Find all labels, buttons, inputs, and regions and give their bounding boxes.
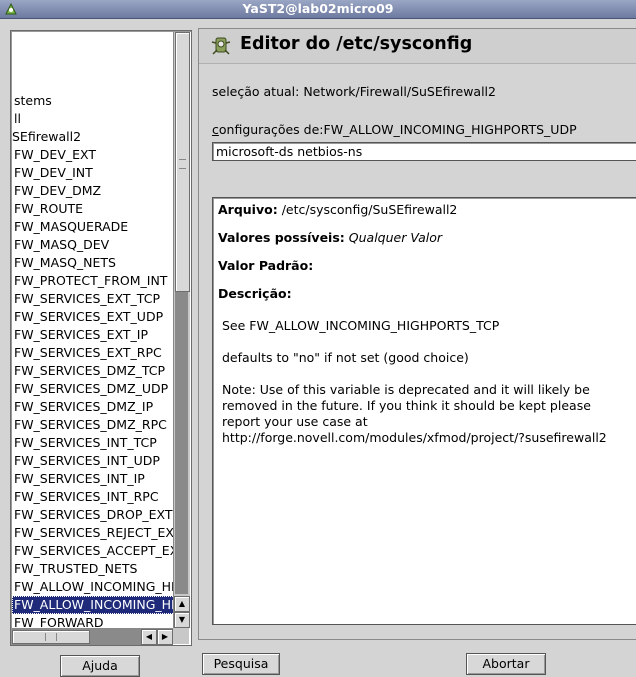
tree-item[interactable]: FW_DEV_DMZ (12, 182, 101, 200)
tree-item[interactable]: FW_SERVICES_INT_UDP (12, 452, 160, 470)
tree-item[interactable]: stems (12, 92, 52, 110)
tree-item[interactable]: FW_SERVICES_DMZ_TCP (12, 362, 165, 380)
tree-item[interactable]: FW_MASQ_DEV (12, 236, 109, 254)
tree-item[interactable]: FW_SERVICES_INT_RPC (12, 488, 159, 506)
config-label: configurações de:FW_ALLOW_INCOMING_HIGHP… (212, 122, 577, 137)
config-label-mnemonic: c (212, 122, 219, 137)
scroll-right-arrow-icon[interactable]: ▶ (157, 629, 173, 645)
scrollbar-corner (173, 628, 189, 644)
tree-item[interactable]: SEfirewall2 (12, 128, 81, 146)
possible-values-row: Valores possíveis: Qualquer Valor (218, 230, 442, 245)
tree-item[interactable]: FW_SERVICES_DMZ_RPC (12, 416, 167, 434)
abort-button[interactable]: Abortar (466, 653, 546, 675)
file-row: Arquivo: /etc/sysconfig/SuSEfirewall2 (218, 202, 457, 217)
tree-item[interactable]: ll (12, 110, 21, 128)
description-line: removed in the future. If you think it s… (222, 398, 591, 413)
possible-values-value: Qualquer Valor (348, 230, 443, 245)
editor-panel: Editor do /etc/sysconfig seleção atual: … (198, 28, 636, 640)
description-line: defaults to "no" if not set (good choice… (222, 350, 469, 365)
tree-item[interactable]: FW_SERVICES_DROP_EXT (12, 506, 173, 524)
editor-header: Editor do /etc/sysconfig (199, 29, 636, 64)
tree-item[interactable]: FW_SERVICES_DMZ_IP (12, 398, 153, 416)
variable-info-box: Arquivo: /etc/sysconfig/SuSEfirewall2 Va… (212, 197, 636, 625)
tree-item[interactable]: FW_FORWARD (12, 614, 104, 628)
possible-values-label: Valores possíveis: (218, 230, 345, 245)
tree-vertical-scrollbar[interactable]: ▲ ▼ (173, 32, 190, 628)
config-value-input[interactable] (212, 142, 636, 161)
tree-item[interactable]: FW_SERVICES_INT_IP (12, 470, 145, 488)
tree-item[interactable]: FW_SERVICES_EXT_RPC (12, 344, 162, 362)
tree-horizontal-scrollbar[interactable]: ◀ ▶ (12, 628, 173, 645)
tree-item[interactable]: FW_SERVICES_ACCEPT_EXT (12, 542, 173, 560)
tree-item[interactable]: FW_MASQUERADE (12, 218, 128, 236)
tree-item[interactable]: FW_ALLOW_INCOMING_HIGHPORTS_UDP (12, 596, 173, 614)
description-line: http://forge.novell.com/modules/xfmod/pr… (222, 430, 607, 445)
hscroll-thumb[interactable] (12, 630, 90, 644)
tree-item[interactable]: FW_PROTECT_FROM_INT (12, 272, 167, 290)
search-button[interactable]: Pesquisa (202, 653, 280, 675)
tree-item[interactable]: FW_SERVICES_EXT_TCP (12, 290, 160, 308)
tree-list[interactable]: stems ll SEfirewall2 FW_DEV_EXT FW_DEV_INT FW… (12, 32, 173, 628)
config-tree[interactable]: stems ll SEfirewall2 FW_DEV_EXT FW_DEV_INT FW… (10, 30, 192, 646)
scroll-down-arrow-icon[interactable]: ▼ (174, 612, 190, 628)
title-bar: YaST2@lab02micro09 (0, 0, 636, 19)
tree-item[interactable]: FW_ROUTE (12, 200, 83, 218)
page-title: Editor do /etc/sysconfig (240, 34, 473, 54)
file-value: /etc/sysconfig/SuSEfirewall2 (281, 202, 458, 217)
default-value-row: Valor Padrão: (218, 258, 313, 273)
tree-item[interactable]: FW_SERVICES_REJECT_EXT (12, 524, 173, 542)
tree-item[interactable]: FW_SERVICES_EXT_UDP (12, 308, 163, 326)
tree-item[interactable]: FW_TRUSTED_NETS (12, 560, 137, 578)
window-title: YaST2@lab02micro09 (242, 1, 394, 16)
scrollbar-track[interactable] (175, 292, 188, 594)
description-line: report your use case at (222, 414, 368, 429)
scrollbar-thumb[interactable] (175, 32, 190, 292)
tree-item[interactable]: FW_SERVICES_EXT_IP (12, 326, 148, 344)
sysconfig-editor-icon (211, 37, 231, 55)
scroll-up-arrow-icon[interactable]: ▲ (174, 596, 190, 612)
tree-item[interactable]: FW_SERVICES_DMZ_UDP (12, 380, 168, 398)
config-label-text: onfigurações de:FW_ALLOW_INCOMING_HIGHPO… (218, 122, 577, 137)
description-line: See FW_ALLOW_INCOMING_HIGHPORTS_TCP (222, 318, 500, 333)
description-row: Descrição: (218, 286, 292, 301)
tree-item[interactable]: FW_SERVICES_INT_TCP (12, 434, 157, 452)
tree-item[interactable]: FW_DEV_EXT (12, 146, 96, 164)
current-selection-text: seleção atual: Network/Firewall/SuSEfire… (212, 84, 496, 99)
description-label: Descrição: (218, 286, 292, 301)
file-label: Arquivo: (218, 202, 278, 217)
scroll-left-arrow-icon[interactable]: ◀ (141, 629, 157, 645)
default-value-label: Valor Padrão: (218, 258, 314, 273)
description-line: Note: Use of this variable is deprecated… (222, 382, 590, 397)
tree-item[interactable]: FW_DEV_INT (12, 164, 93, 182)
tree-item[interactable]: FW_MASQ_NETS (12, 254, 116, 272)
tree-item[interactable]: FW_ALLOW_INCOMING_HIGHPORTS_TCP (12, 578, 173, 596)
